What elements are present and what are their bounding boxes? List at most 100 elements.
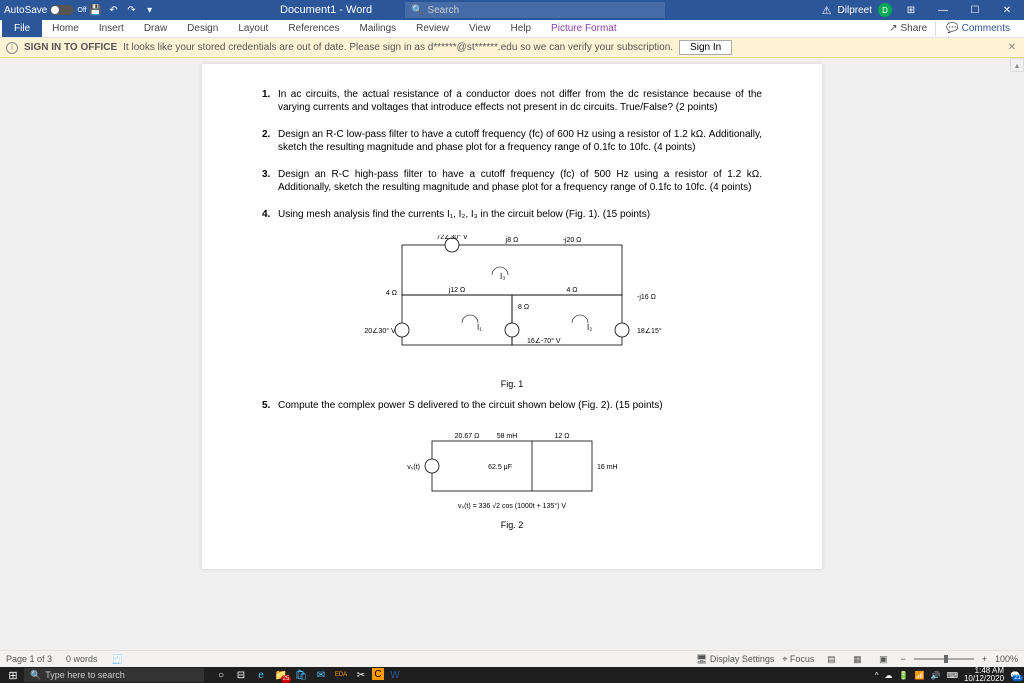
svg-text:62.5 μF: 62.5 μF bbox=[488, 464, 512, 471]
read-mode-icon[interactable]: ▤ bbox=[822, 652, 840, 666]
comments-button[interactable]: 💬Comments bbox=[938, 21, 1018, 36]
display-settings-button[interactable]: 🖥 Display Settings bbox=[696, 654, 774, 665]
figure-2: vₛ(t) 20.67 Ω 58 mH 12 Ω 62.5 μF 16 mH v… bbox=[262, 426, 762, 532]
user-avatar[interactable]: D bbox=[878, 3, 892, 17]
windows-taskbar: ⊞ 🔍 Type here to search ○ ⊟ e 📁 🛍 ✉ EDA … bbox=[0, 667, 1024, 683]
zoom-slider[interactable] bbox=[914, 658, 974, 660]
redo-icon[interactable]: ↷ bbox=[123, 2, 141, 18]
taskbar-search[interactable]: 🔍 Type here to search bbox=[24, 668, 204, 682]
warning-icon[interactable]: ⚠ bbox=[822, 4, 832, 17]
wifi-icon[interactable]: 📶 bbox=[915, 671, 925, 680]
tab-view[interactable]: View bbox=[459, 20, 501, 37]
info-message: It looks like your stored credentials ar… bbox=[123, 42, 673, 53]
user-area: ⚠ Dilpreet D ⊞ — ☐ ✕ bbox=[822, 0, 1020, 20]
word-count[interactable]: 0 words bbox=[66, 654, 98, 664]
question-5: 5. Compute the complex power S delivered… bbox=[262, 399, 762, 412]
eda-app-icon[interactable]: EDA bbox=[332, 668, 350, 682]
snip-icon[interactable]: ✂ bbox=[352, 668, 370, 682]
close-button[interactable]: ✕ bbox=[994, 0, 1020, 20]
focus-button[interactable]: ⌖ Focus bbox=[782, 654, 814, 665]
word-icon[interactable]: W bbox=[386, 668, 404, 682]
question-1: 1. In ac circuits, the actual resistance… bbox=[262, 88, 762, 114]
language-icon[interactable]: ⌨ bbox=[946, 671, 958, 680]
circuit-diagram-2: vₛ(t) 20.67 Ω 58 mH 12 Ω 62.5 μF 16 mH v… bbox=[402, 426, 622, 516]
mail-icon[interactable]: ✉ bbox=[312, 668, 330, 682]
search-box[interactable]: 🔍 Search bbox=[405, 2, 665, 18]
search-icon: 🔍 bbox=[30, 670, 41, 681]
svg-text:18∠15° V: 18∠15° V bbox=[637, 327, 662, 335]
user-name: Dilpreet bbox=[838, 5, 872, 16]
title-bar: AutoSave Off 💾 ↶ ↷ ▾ Document1 - Word 🔍 … bbox=[0, 0, 1024, 20]
tab-file[interactable]: File bbox=[2, 20, 42, 37]
tab-review[interactable]: Review bbox=[406, 20, 459, 37]
svg-text:-j20 Ω: -j20 Ω bbox=[563, 237, 582, 244]
autosave-toggle[interactable] bbox=[50, 5, 74, 15]
tab-insert[interactable]: Insert bbox=[89, 20, 134, 37]
explorer-icon[interactable]: 📁 bbox=[272, 668, 290, 682]
notifications-icon[interactable]: 💬21 bbox=[1010, 671, 1020, 680]
tab-draw[interactable]: Draw bbox=[134, 20, 177, 37]
tab-mailings[interactable]: Mailings bbox=[349, 20, 406, 37]
share-button[interactable]: ↗Share bbox=[881, 21, 936, 36]
zoom-level[interactable]: 100% bbox=[995, 654, 1018, 664]
battery-icon[interactable]: 🔋 bbox=[899, 671, 909, 680]
cortana-icon[interactable]: ○ bbox=[212, 668, 230, 682]
scroll-up-icon[interactable]: ▴ bbox=[1010, 58, 1024, 72]
autosave-group: AutoSave Off bbox=[4, 5, 87, 16]
svg-text:I₂: I₂ bbox=[587, 323, 592, 332]
onedrive-icon[interactable]: ☁ bbox=[885, 671, 893, 680]
figure-1: 72∠30° V 20∠30° V 16∠-70° V 18∠15° V j8 … bbox=[262, 235, 762, 391]
svg-text:20∠30° V: 20∠30° V bbox=[364, 327, 396, 335]
undo-icon[interactable]: ↶ bbox=[105, 2, 123, 18]
spelling-icon[interactable]: 🧾 bbox=[112, 654, 123, 665]
tab-design[interactable]: Design bbox=[177, 20, 228, 37]
tab-picture-format[interactable]: Picture Format bbox=[541, 20, 627, 37]
svg-text:4 Ω: 4 Ω bbox=[566, 287, 577, 294]
svg-text:58 mH: 58 mH bbox=[497, 433, 518, 440]
maximize-button[interactable]: ☐ bbox=[962, 0, 988, 20]
app-c-icon[interactable]: C bbox=[372, 668, 384, 680]
print-layout-icon[interactable]: ▦ bbox=[848, 652, 866, 666]
vertical-scrollbar[interactable]: ▴ bbox=[1010, 58, 1024, 650]
ribbon-display-icon[interactable]: ⊞ bbox=[898, 0, 924, 20]
tray-expand-icon[interactable]: ^ bbox=[875, 671, 879, 680]
document-title: Document1 - Word bbox=[280, 4, 372, 16]
svg-text:16 mH: 16 mH bbox=[597, 464, 618, 471]
svg-text:I₃: I₃ bbox=[500, 272, 505, 281]
minimize-button[interactable]: — bbox=[930, 0, 956, 20]
svg-text:vₛ(t): vₛ(t) bbox=[407, 464, 420, 471]
taskbar-icons: ○ ⊟ e 📁 🛍 ✉ EDA ✂ C W bbox=[212, 668, 404, 682]
task-view-icon[interactable]: ⊟ bbox=[232, 668, 250, 682]
document-area: ▴ 1. In ac circuits, the actual resistan… bbox=[0, 58, 1024, 650]
tab-references[interactable]: References bbox=[278, 20, 349, 37]
zoom-in-button[interactable]: + bbox=[982, 654, 987, 664]
autosave-label: AutoSave bbox=[4, 5, 47, 16]
tab-layout[interactable]: Layout bbox=[228, 20, 278, 37]
sign-in-button[interactable]: Sign In bbox=[679, 40, 732, 55]
info-bar: i SIGN IN TO OFFICE It looks like your s… bbox=[0, 38, 1024, 58]
svg-text:4 Ω: 4 Ω bbox=[386, 290, 397, 297]
info-title: SIGN IN TO OFFICE bbox=[24, 42, 117, 53]
volume-icon[interactable]: 🔊 bbox=[930, 671, 940, 680]
tab-help[interactable]: Help bbox=[500, 20, 541, 37]
web-layout-icon[interactable]: ▣ bbox=[874, 652, 892, 666]
document-page: 1. In ac circuits, the actual resistance… bbox=[202, 64, 822, 569]
store-icon[interactable]: 🛍 bbox=[292, 668, 310, 682]
svg-text:-j16 Ω: -j16 Ω bbox=[637, 294, 656, 301]
edge-icon[interactable]: e bbox=[252, 668, 270, 682]
save-icon[interactable]: 💾 bbox=[87, 2, 105, 18]
circuit-diagram-1: 72∠30° V 20∠30° V 16∠-70° V 18∠15° V j8 … bbox=[362, 235, 662, 375]
qat-dropdown-icon[interactable]: ▾ bbox=[141, 2, 159, 18]
start-button[interactable]: ⊞ bbox=[4, 667, 22, 683]
svg-text:12 Ω: 12 Ω bbox=[555, 433, 570, 440]
svg-text:72∠30° V: 72∠30° V bbox=[436, 235, 468, 241]
page-indicator[interactable]: Page 1 of 3 bbox=[6, 654, 52, 664]
svg-text:I₁: I₁ bbox=[477, 323, 482, 332]
info-close-icon[interactable]: ✕ bbox=[1008, 42, 1016, 53]
search-icon: 🔍 bbox=[411, 5, 423, 16]
figure-1-label: Fig. 1 bbox=[262, 379, 762, 391]
zoom-out-button[interactable]: − bbox=[900, 654, 905, 664]
clock[interactable]: 1:48 AM 10/12/2020 bbox=[964, 667, 1004, 683]
tab-home[interactable]: Home bbox=[42, 20, 89, 37]
svg-text:16∠-70° V: 16∠-70° V bbox=[527, 337, 561, 345]
